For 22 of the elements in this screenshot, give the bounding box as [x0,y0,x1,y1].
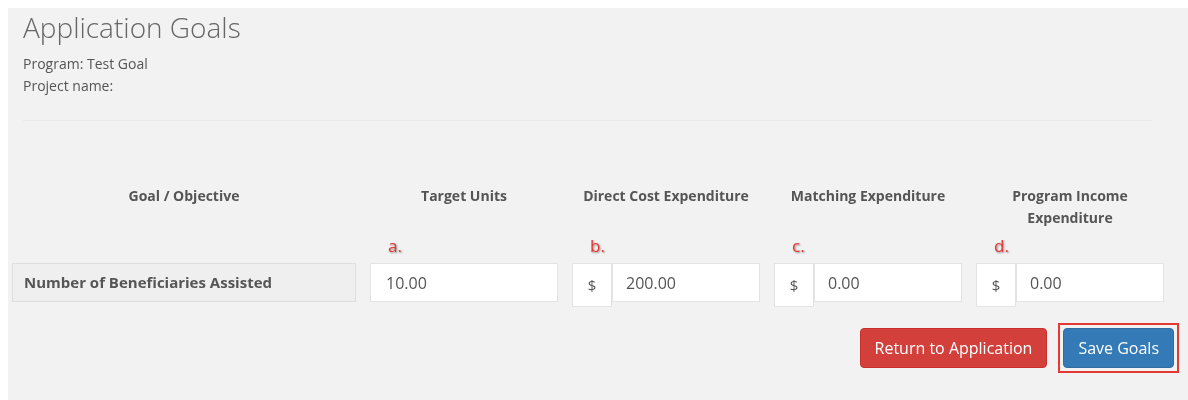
column-header: Direct Cost Expenditure [582,185,750,207]
currency-prefix: $ [976,263,1016,307]
action-button[interactable]: Return to Application [859,328,1048,368]
project-label: Project name: [23,75,115,97]
units-field[interactable]: 10.00 [370,263,558,302]
annotation-letter: a. [388,233,402,259]
currency-prefix: $ [572,263,612,307]
column-header: Program Income Expenditure [1011,185,1129,229]
amount-field[interactable]: 0.00 [1016,263,1164,302]
goal-cell: Number of Beneficiaries Assisted [12,263,356,302]
annotation-letter: c. [792,233,805,259]
column-header: Goal / Objective [128,185,240,207]
column-header: Matching Expenditure [789,185,947,207]
column-header: Target Units [420,185,508,207]
amount-field[interactable]: 200.00 [612,263,760,302]
annotation-letter: b. [590,233,605,259]
currency-prefix: $ [774,263,814,307]
page-title: Application Goals [23,10,242,44]
amount-field[interactable]: 0.00 [814,263,962,302]
annotation-letter: d. [994,233,1009,259]
action-button[interactable]: Save Goals [1063,328,1174,368]
program-label: Program: Test Goal [23,53,149,75]
